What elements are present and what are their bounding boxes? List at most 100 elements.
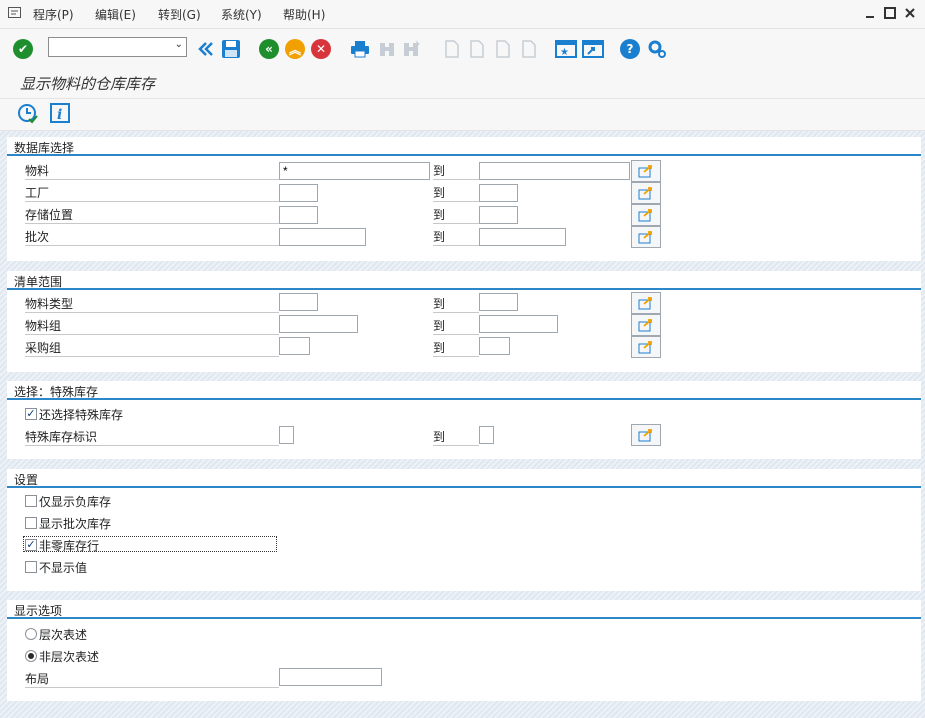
enter-icon[interactable]: ✔ (12, 38, 34, 60)
last-page-icon (517, 38, 539, 60)
minimize-icon[interactable] (862, 5, 878, 21)
new-session-icon[interactable]: ★ (555, 38, 577, 60)
multiple-selection-button[interactable] (631, 226, 661, 248)
label-batch: 批次 (25, 228, 279, 246)
label-to: 到 (433, 295, 479, 313)
chevron-down-icon[interactable]: ⌄ (175, 39, 183, 50)
info-icon[interactable]: i (50, 103, 70, 126)
multiple-selection-icon (638, 341, 652, 354)
exit-icon[interactable]: ︽ (284, 38, 306, 60)
batch-stock-label: 显示批次库存 (39, 517, 112, 531)
save-icon[interactable] (220, 38, 242, 60)
multiple-selection-icon (638, 231, 652, 244)
menu-program[interactable]: 程序(P) (33, 6, 74, 23)
cancel-icon[interactable]: ✕ (310, 38, 332, 60)
multiple-selection-button[interactable] (631, 336, 661, 358)
title-bar: 显示物料的仓库库存 (0, 69, 925, 99)
negative-stock-only-checkbox[interactable] (25, 495, 37, 507)
group-divider (7, 288, 921, 290)
back-icon[interactable]: « (258, 38, 280, 60)
label-plant: 工厂 (25, 184, 279, 202)
label-storage-location: 存储位置 (25, 206, 279, 224)
label-to: 到 (433, 184, 479, 202)
multiple-selection-button[interactable] (631, 160, 661, 182)
material-group-low-input[interactable] (279, 315, 358, 333)
menu-system[interactable]: 系统(Y) (221, 6, 262, 23)
group-list-scope: 清单范围 物料类型 到 物料组 到 采购组 到 (7, 271, 921, 372)
material-high-input[interactable] (479, 162, 630, 180)
non-hierarchical-label: 非层次表述 (39, 650, 100, 664)
purchasing-group-low-input[interactable] (279, 337, 310, 355)
material-type-high-input[interactable] (479, 293, 518, 311)
negative-stock-only-label: 仅显示负库存 (39, 495, 112, 509)
special-stock-checkbox-label: 还选择特殊库存 (39, 408, 124, 422)
settings-icon[interactable] (646, 38, 668, 60)
batch-stock-checkbox[interactable] (25, 517, 37, 529)
menu-goto[interactable]: 转到(G) (158, 6, 201, 23)
label-special-stock-indicator: 特殊库存标识 (25, 428, 279, 446)
close-icon[interactable] (902, 5, 918, 21)
hierarchical-radio[interactable] (25, 628, 37, 640)
label-to: 到 (433, 339, 479, 357)
back-double-icon[interactable] (195, 38, 217, 60)
menu-edit[interactable]: 编辑(E) (95, 6, 136, 23)
no-values-checkbox[interactable] (25, 561, 37, 573)
label-material: 物料 (25, 162, 279, 180)
shortcut-icon[interactable] (582, 38, 604, 60)
menu-help[interactable]: 帮助(H) (283, 6, 325, 23)
system-toolbar: ✔ ⌄ « ︽ ✕ ★ ? (0, 29, 925, 69)
non-hierarchical-radio[interactable] (25, 650, 37, 662)
material-type-low-input[interactable] (279, 293, 318, 311)
help-icon[interactable]: ? (619, 38, 641, 60)
menu-icon[interactable] (8, 7, 21, 18)
group-divider (7, 617, 921, 619)
command-field[interactable]: ⌄ (48, 37, 187, 57)
batch-high-input[interactable] (479, 228, 566, 246)
purchasing-group-high-input[interactable] (479, 337, 510, 355)
group-settings: 设置 仅显示负库存 显示批次库存 ✓ 非零库存行 不显示值 (7, 469, 921, 591)
special-stock-checkbox[interactable]: ✓ (25, 408, 37, 420)
label-purchasing-group: 采购组 (25, 339, 279, 357)
multiple-selection-icon (638, 297, 652, 310)
nonzero-stock-lines-checkbox[interactable]: ✓ (25, 539, 37, 551)
group-special-stock: 选择：特殊库存 ✓ 还选择特殊库存 特殊库存标识 到 (7, 381, 921, 459)
hierarchical-label: 层次表述 (39, 628, 88, 642)
multiple-selection-button[interactable] (631, 292, 661, 314)
multiple-selection-button[interactable] (631, 182, 661, 204)
plant-high-input[interactable] (479, 184, 518, 202)
label-to: 到 (433, 428, 479, 446)
label-to: 到 (433, 317, 479, 335)
special-stock-indicator-low-input[interactable] (279, 426, 294, 444)
label-to: 到 (433, 228, 479, 246)
group-divider (7, 486, 921, 488)
multiple-selection-icon (638, 429, 652, 442)
label-material-type: 物料类型 (25, 295, 279, 313)
no-values-label: 不显示值 (39, 561, 88, 575)
material-group-high-input[interactable] (479, 315, 558, 333)
material-low-input[interactable] (279, 162, 430, 180)
page-title: 显示物料的仓库库存 (20, 75, 156, 93)
application-toolbar: i (0, 99, 925, 131)
multiple-selection-button[interactable] (631, 314, 661, 336)
storage-location-low-input[interactable] (279, 206, 318, 224)
multiple-selection-icon (638, 165, 652, 178)
svg-text:★: ★ (560, 47, 569, 58)
multiple-selection-icon (638, 209, 652, 222)
multiple-selection-button[interactable] (631, 424, 661, 446)
batch-low-input[interactable] (279, 228, 366, 246)
maximize-icon[interactable] (882, 5, 898, 21)
label-to: 到 (433, 162, 479, 180)
multiple-selection-button[interactable] (631, 204, 661, 226)
special-stock-indicator-high-input[interactable] (479, 426, 494, 444)
plant-low-input[interactable] (279, 184, 318, 202)
group-divider (7, 154, 921, 156)
execute-clock-icon[interactable] (17, 103, 39, 128)
label-to: 到 (433, 206, 479, 224)
layout-input[interactable] (279, 668, 382, 686)
first-page-icon (440, 38, 462, 60)
label-layout: 布局 (25, 670, 279, 688)
multiple-selection-icon (638, 187, 652, 200)
storage-location-high-input[interactable] (479, 206, 518, 224)
print-icon[interactable] (349, 38, 371, 60)
nonzero-stock-lines-label: 非零库存行 (39, 539, 100, 553)
